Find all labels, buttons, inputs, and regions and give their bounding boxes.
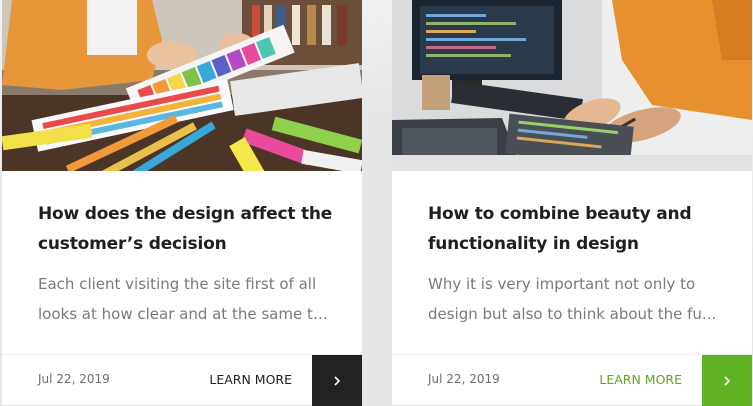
chevron-right-icon bbox=[724, 375, 731, 386]
card-excerpt: Why it is very important not only to des… bbox=[428, 269, 720, 329]
card-footer: Jul 22, 2019 LEARN MORE bbox=[392, 354, 752, 406]
card-footer: Jul 22, 2019 LEARN MORE bbox=[2, 354, 362, 406]
learn-more-link[interactable]: LEARN MORE bbox=[209, 372, 292, 387]
card-title-line: customer’s decision bbox=[38, 234, 227, 254]
card-excerpt-line: design but also to think about the fu... bbox=[428, 305, 717, 323]
blog-card: How to combine beauty and functionality … bbox=[392, 0, 752, 406]
blog-card: How does the design affect the customer’… bbox=[2, 0, 362, 406]
learn-more-link[interactable]: LEARN MORE bbox=[599, 372, 682, 387]
post-date: Jul 22, 2019 bbox=[428, 372, 500, 386]
card-image[interactable] bbox=[392, 0, 752, 171]
card-title-line: How to combine beauty and bbox=[428, 204, 692, 224]
card-excerpt-line: looks at how clear and at the same ti... bbox=[38, 305, 330, 323]
card-title-line: How does the design affect the bbox=[38, 204, 333, 224]
card-excerpt-line: Why it is very important not only to bbox=[428, 275, 696, 293]
card-excerpt-line: Each client visiting the site first of a… bbox=[38, 275, 317, 293]
read-more-arrow-button[interactable] bbox=[312, 355, 362, 406]
card-image[interactable] bbox=[2, 0, 362, 171]
card-title[interactable]: How does the design affect the customer’… bbox=[38, 199, 338, 259]
card-excerpt: Each client visiting the site first of a… bbox=[38, 269, 330, 329]
post-date: Jul 22, 2019 bbox=[38, 372, 110, 386]
card-title-line: functionality in design bbox=[428, 234, 639, 254]
read-more-arrow-button[interactable] bbox=[702, 355, 752, 406]
card-title[interactable]: How to combine beauty and functionality … bbox=[428, 199, 728, 259]
chevron-right-icon bbox=[334, 375, 341, 386]
